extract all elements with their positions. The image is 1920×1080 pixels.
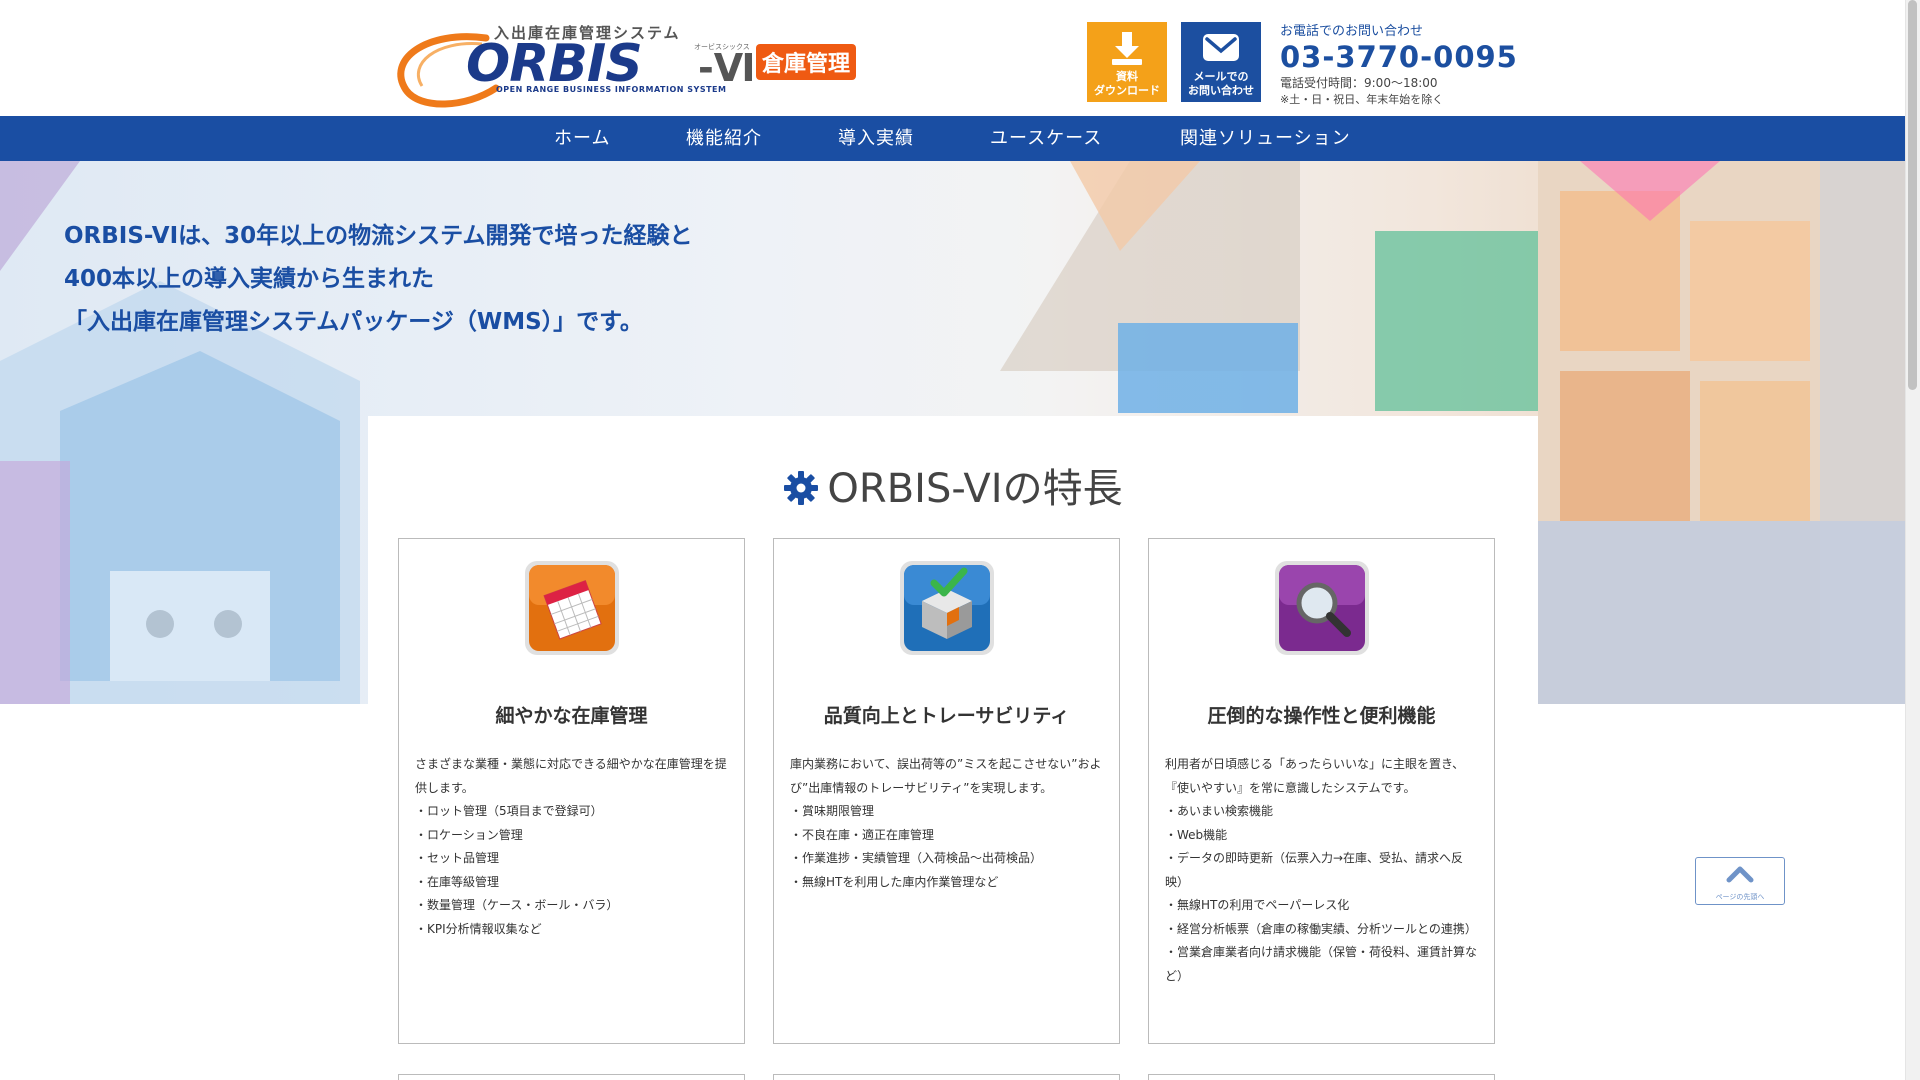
- contact-label: お電話でのお問い合わせ: [1280, 24, 1424, 39]
- mail-button-line1: メールでの: [1193, 70, 1249, 83]
- feature-line: ・不良在庫・適正在庫管理: [790, 827, 935, 842]
- feature-card-usability: 圧倒的な操作性と便利機能 利用者が日頃感じる「あったらいいな」に主眼を置き、『使…: [1148, 538, 1495, 1044]
- feature-line: ・賞味期限管理: [790, 804, 875, 818]
- logo-badge: 倉庫管理: [756, 44, 856, 80]
- feature-desc-usability: 利用者が日頃感じる「あったらいいな」に主眼を置き、『使いやすい』を常に意識したシ…: [1165, 753, 1480, 988]
- logo-suffix: -Ⅵ: [698, 46, 756, 90]
- nav-item-related-solutions[interactable]: 関連ソリューション: [1180, 116, 1351, 161]
- download-icon: [1112, 32, 1142, 65]
- hero-line-1: ORBIS-VIは、30年以上の物流システム開発で培った経験と: [64, 223, 693, 249]
- feature-line: ・無線HTを利用した庫内作業管理など: [790, 874, 999, 889]
- feature-line: ・データの即時更新（伝票入力→在庫、受払、請求へ反映）: [1165, 851, 1464, 889]
- feature-line: ・作業進捗・実績管理（入荷検品〜出荷検品）: [790, 851, 1043, 865]
- magnifier-icon: [1275, 561, 1369, 655]
- feature-desc-quality: 庫内業務において、誤出荷等の”ミスを起こさせない”および”出庫情報のトレーサビリ…: [790, 753, 1105, 894]
- hero-copy: ORBIS-VIは、30年以上の物流システム開発で培った経験と 400本以上の導…: [64, 215, 692, 344]
- feature-card-next-2: [773, 1074, 1120, 1080]
- contact-note: ※土・日・祝日、年末年始を除く: [1280, 93, 1444, 106]
- nav-item-case-studies[interactable]: 導入実績: [838, 116, 914, 161]
- feature-line: ・KPI分析情報収集など: [415, 921, 542, 936]
- feature-title-usability: 圧倒的な操作性と便利機能: [1207, 705, 1436, 727]
- logo-tagline: OPEN RANGE BUSINESS INFORMATION SYSTEM: [496, 85, 727, 94]
- nav-item-features[interactable]: 機能紹介: [686, 116, 762, 161]
- phone-number[interactable]: 03-3770-0095: [1280, 39, 1518, 75]
- feature-title-inventory: 細やかな在庫管理: [495, 705, 648, 727]
- download-button-line1: 資料: [1116, 70, 1138, 83]
- nav-item-home[interactable]: ホーム: [554, 116, 610, 161]
- site-header: 入出庫在庫管理システム ORBIS オービスシックス -Ⅵ OPEN RANGE…: [0, 0, 1905, 116]
- page-top-button[interactable]: ページの先頭へ: [1695, 857, 1785, 905]
- mail-button-line2: お問い合わせ: [1188, 84, 1254, 97]
- feature-line: ・セット品管理: [415, 851, 500, 865]
- chevron-up-icon: [1726, 866, 1754, 883]
- feature-line: ・在庫等級管理: [415, 874, 500, 889]
- feature-line: 庫内業務において、誤出荷等の”ミスを起こさせない”および”出庫情報のトレーサビリ…: [790, 757, 1102, 795]
- feature-line: さまざまな業種・業態に対応できる細やかな在庫管理を提供します。: [415, 757, 727, 795]
- feature-card-inventory: 細やかな在庫管理 さまざまな業種・業態に対応できる細やかな在庫管理を提供します。…: [398, 538, 745, 1044]
- vertical-scrollbar[interactable]: [1905, 0, 1920, 1080]
- feature-card-quality: 品質向上とトレーサビリティ 庫内業務において、誤出荷等の”ミスを起こさせない”お…: [773, 538, 1120, 1044]
- feature-desc-inventory: さまざまな業種・業態に対応できる細やかな在庫管理を提供します。 ・ロット管理（5…: [415, 753, 730, 941]
- feature-line: ・あいまい検索機能: [1165, 804, 1274, 818]
- hero-line-3: 「入出庫在庫管理システムパッケージ（WMS）」です。: [64, 309, 643, 335]
- feature-line: ・経営分析帳票（倉庫の稼働実績、分析ツールとの連携）: [1165, 921, 1477, 936]
- feature-line: ・営業倉庫業者向け請求機能（保管・荷役料、運賃計算など）: [1165, 945, 1478, 983]
- page-top-label: ページの先頭へ: [1715, 893, 1765, 901]
- feature-line: ・ロット管理（5項目まで登録可）: [415, 804, 603, 818]
- feature-line: ・ロケーション管理: [415, 827, 523, 842]
- cube-check-icon: [900, 561, 994, 655]
- download-materials-button[interactable]: 資料 ダウンロード: [1087, 22, 1167, 102]
- features-section: ORBIS-VIの特長 細やかな在庫管理 さまざまな業種・業態に対応できる細やか…: [368, 416, 1538, 1080]
- calendar-icon: [525, 561, 619, 655]
- contact-hours: 電話受付時間：9:00〜18:00: [1280, 76, 1438, 90]
- feature-card-next-1: [398, 1074, 745, 1080]
- feature-line: ・無線HTの利用でペーパーレス化: [1165, 898, 1350, 912]
- feature-line: ・数量管理（ケース・ボール・バラ）: [415, 898, 619, 912]
- feature-line: ・Web機能: [1165, 827, 1228, 842]
- phone-contact: お電話でのお問い合わせ 03-3770-0095 電話受付時間：9:00〜18:…: [1280, 20, 1518, 108]
- mail-inquiry-button[interactable]: メールでの お問い合わせ: [1181, 22, 1261, 102]
- features-title: ORBIS-VIの特長: [368, 456, 1538, 514]
- main-nav: ホーム 機能紹介 導入実績 ユースケース 関連ソリューション: [0, 116, 1905, 161]
- features-title-text: ORBIS-VIの特長: [827, 466, 1123, 512]
- mail-icon: [1203, 34, 1239, 61]
- scrollbar-thumb[interactable]: [1908, 0, 1917, 390]
- download-button-line2: ダウンロード: [1094, 84, 1160, 97]
- feature-title-quality: 品質向上とトレーサビリティ: [823, 705, 1070, 727]
- feature-card-next-3: [1148, 1074, 1495, 1080]
- feature-line: 利用者が日頃感じる「あったらいいな」に主眼を置き、『使いやすい』を常に意識したシ…: [1165, 757, 1465, 795]
- hero-line-2: 400本以上の導入実績から生まれた: [64, 266, 435, 292]
- logo[interactable]: 入出庫在庫管理システム ORBIS オービスシックス -Ⅵ OPEN RANGE…: [386, 22, 856, 108]
- gear-icon: [784, 471, 819, 505]
- nav-item-use-cases[interactable]: ユースケース: [990, 116, 1102, 161]
